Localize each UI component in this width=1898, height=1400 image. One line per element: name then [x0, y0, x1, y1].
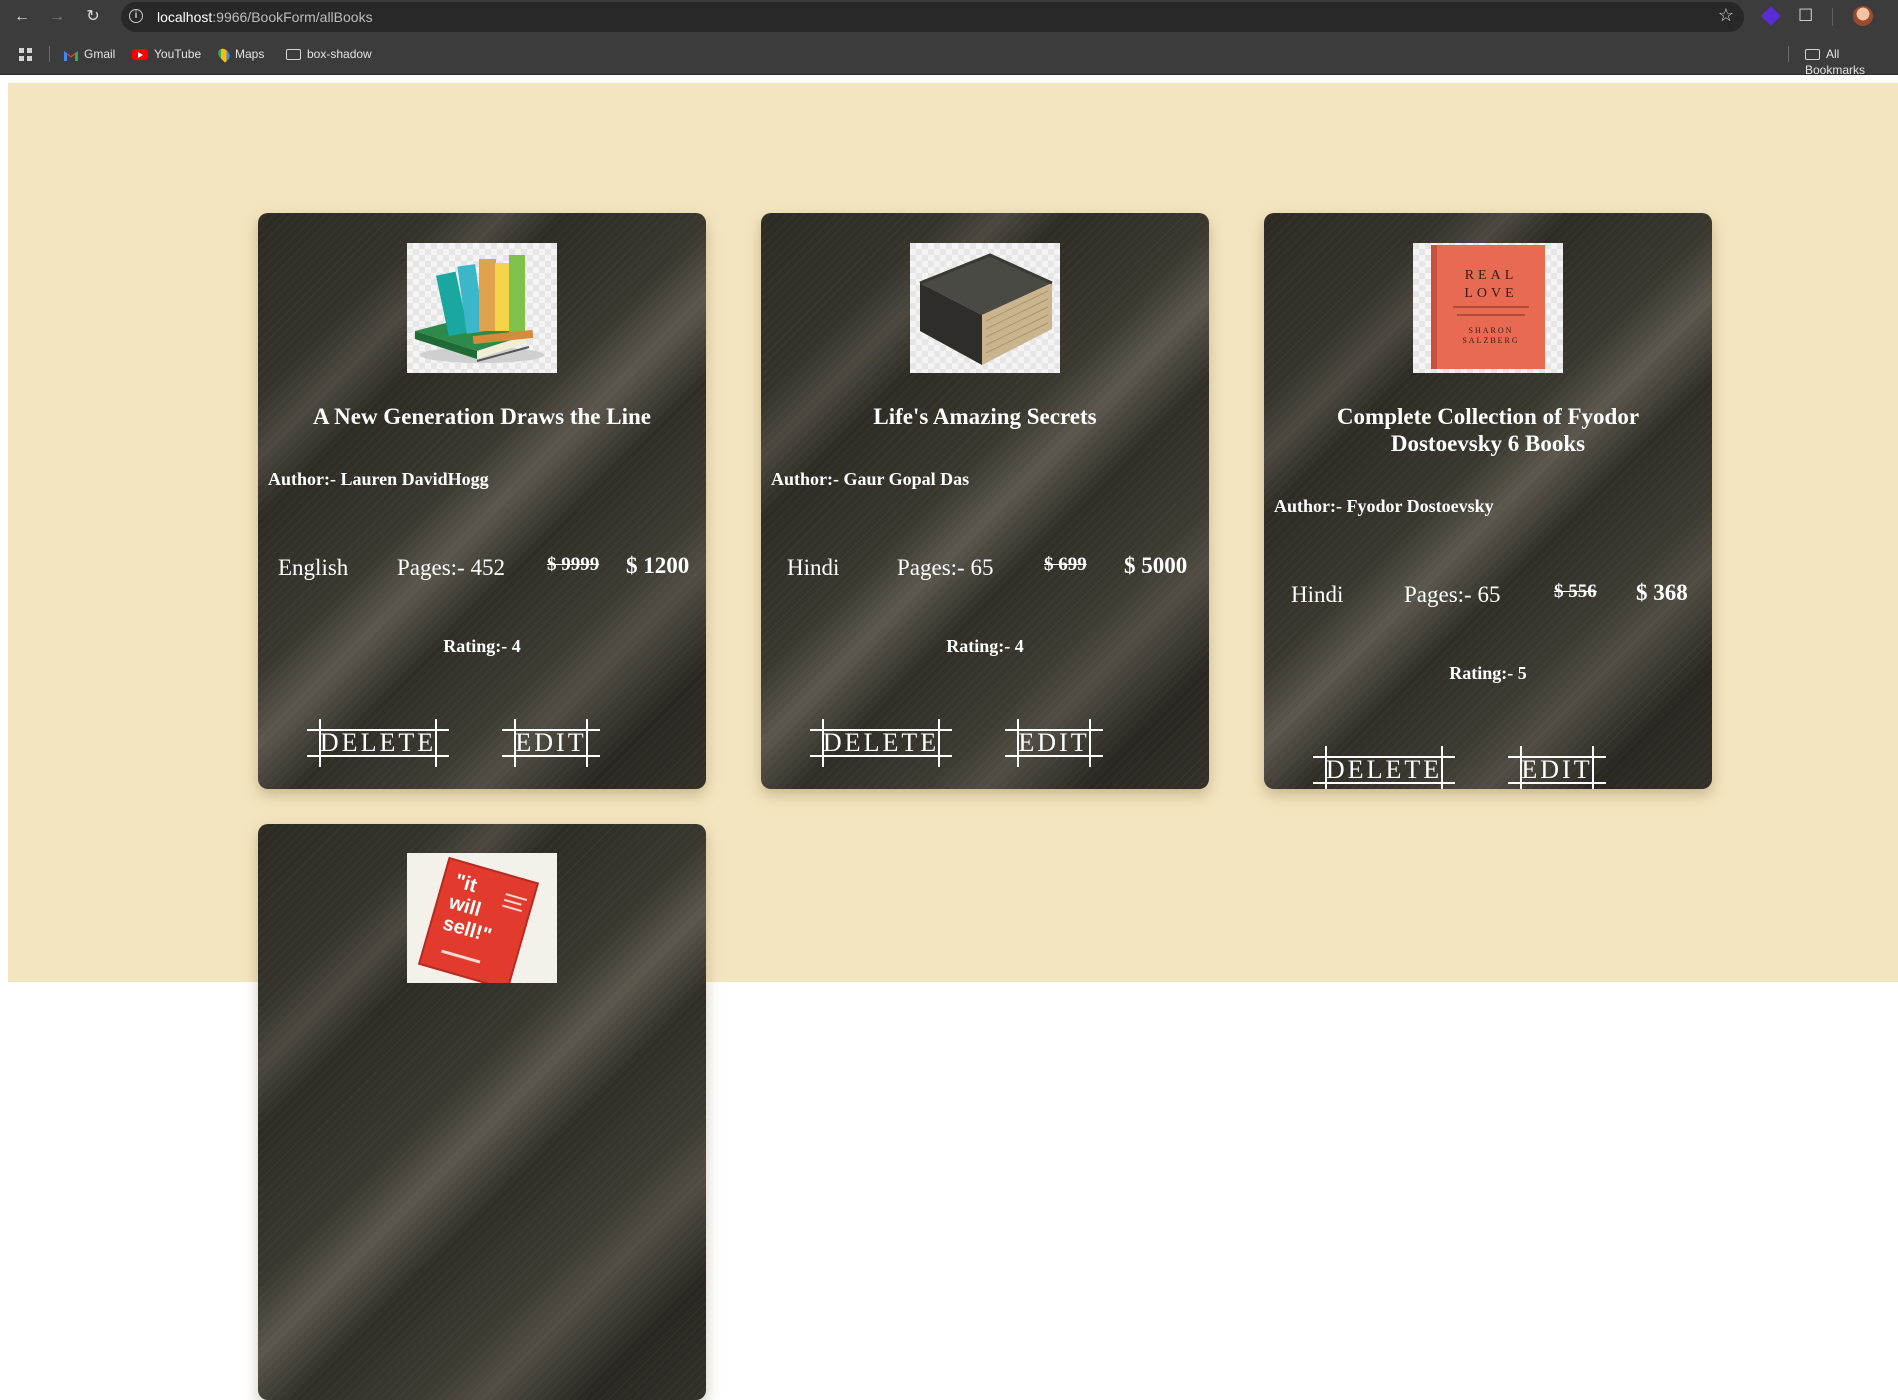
- edit-label: EDIT: [515, 728, 587, 757]
- book-card: Life's Amazing Secrets Author:- Gaur Gop…: [761, 213, 1209, 789]
- youtube-icon: [132, 49, 148, 61]
- cover-text: SALZBERG: [1462, 336, 1519, 345]
- gmail-icon: [64, 49, 78, 62]
- bookmark-label: YouTube: [154, 47, 202, 61]
- bookmark-label: Maps: [235, 47, 265, 61]
- forward-arrow-icon[interactable]: →: [45, 5, 69, 29]
- edit-label: EDIT: [1521, 755, 1593, 784]
- back-arrow-icon[interactable]: ←: [10, 5, 34, 29]
- book-original-price: $ 699: [1044, 554, 1087, 575]
- folder-icon: [286, 49, 301, 61]
- all-bookmarks-folder[interactable]: All Bookmarks: [1805, 46, 1898, 77]
- site-info-icon[interactable]: i: [129, 9, 143, 23]
- stacked-books-illustration: [415, 255, 544, 363]
- book-pages: Pages:- 65: [897, 555, 994, 580]
- bookmark-label: Gmail: [84, 47, 116, 61]
- book-title: A New Generation Draws the Line: [313, 404, 651, 429]
- url-host: localhost: [157, 9, 213, 25]
- real-love-cover: REAL LOVE SHARON SALZBERG: [1431, 245, 1545, 369]
- book-cover-image: [407, 243, 557, 373]
- book-pages: Pages:- 65: [1404, 582, 1501, 607]
- book-author: Author:- Lauren DavidHogg: [268, 469, 489, 489]
- book-title: Life's Amazing Secrets: [873, 404, 1097, 429]
- cover-text: LOVE: [1464, 286, 1517, 301]
- delete-label: DELETE: [822, 728, 940, 757]
- book-original-price: $ 556: [1554, 581, 1597, 602]
- book-author: Author:- Gaur Gopal Das: [771, 469, 970, 489]
- delete-button[interactable]: DELETE: [307, 719, 449, 767]
- cover-text: REAL: [1465, 268, 1518, 283]
- apps-grid-icon[interactable]: [19, 48, 32, 61]
- delete-label: DELETE: [319, 728, 437, 757]
- bookmark-gmail[interactable]: Gmail: [64, 46, 115, 62]
- url-text[interactable]: localhost:9966/BookForm/allBooks: [157, 9, 373, 25]
- book-cover-image: [910, 243, 1060, 373]
- bookmarks-divider: [49, 46, 50, 62]
- bookmark-youtube[interactable]: YouTube: [132, 46, 201, 62]
- cover-text: SHARON: [1469, 326, 1514, 335]
- profile-avatar[interactable]: [1853, 6, 1873, 26]
- bookmark-label: box-shadow: [307, 47, 372, 61]
- edit-button[interactable]: EDIT: [1005, 719, 1103, 767]
- bookmark-folder-box-shadow[interactable]: box-shadow: [286, 46, 372, 62]
- book-rating: Rating:- 4: [946, 636, 1024, 656]
- book-original-price: $ 9999: [547, 554, 600, 575]
- edit-label: EDIT: [1018, 728, 1090, 757]
- book-cover-image: "it will sell!": [407, 853, 557, 983]
- delete-label: DELETE: [1325, 755, 1443, 784]
- address-bar[interactable]: i localhost:9966/BookForm/allBooks ☆: [121, 2, 1744, 32]
- book-author: Author:- Fyodor Dostoevsky: [1274, 496, 1494, 516]
- reload-icon[interactable]: ↻: [81, 5, 105, 29]
- bookmarks-divider: [1788, 46, 1789, 62]
- toolbar-divider: [1832, 8, 1833, 26]
- book-language: Hindi: [787, 555, 840, 580]
- book-rating: Rating:- 4: [443, 636, 521, 656]
- book-language: Hindi: [1291, 582, 1344, 607]
- book-card: REAL LOVE SHARON SALZBERG Complete Colle…: [1264, 213, 1712, 789]
- delete-button[interactable]: DELETE: [1313, 746, 1455, 789]
- folder-icon: [1805, 49, 1820, 61]
- puzzle-extensions-icon[interactable]: ☐: [1798, 6, 1813, 26]
- bookmark-maps[interactable]: Maps: [215, 46, 265, 63]
- url-path: :9966/BookForm/allBooks: [212, 9, 373, 25]
- book-price: $ 1200: [626, 553, 690, 578]
- it-will-sell-cover: "it will sell!": [417, 856, 540, 983]
- bookmark-star-icon[interactable]: ☆: [1718, 5, 1734, 26]
- book-card: "it will sell!": [258, 824, 706, 1400]
- bookmarks-bar: Gmail YouTube Maps box-shadow All Bookma…: [0, 34, 1898, 77]
- book-card: A New Generation Draws the Line Author:-…: [258, 213, 706, 789]
- maps-icon: [215, 46, 233, 63]
- book-price: $ 368: [1636, 580, 1688, 605]
- book-pages: Pages:- 452: [397, 555, 505, 580]
- edit-button[interactable]: EDIT: [502, 719, 600, 767]
- browser-toolbar: ← → ↻ i localhost:9966/BookForm/allBooks…: [0, 0, 1898, 34]
- extension-icon[interactable]: [1761, 6, 1781, 26]
- book-language: English: [278, 555, 349, 580]
- book-title: Complete Collection of Fyodor Dostoevsky…: [1336, 404, 1640, 456]
- book-cover-image: REAL LOVE SHARON SALZBERG: [1413, 243, 1563, 373]
- book-price: $ 5000: [1124, 553, 1188, 578]
- book-rating: Rating:- 5: [1449, 663, 1527, 683]
- edit-button[interactable]: EDIT: [1508, 746, 1606, 789]
- delete-button[interactable]: DELETE: [810, 719, 952, 767]
- old-book-photo: [919, 253, 1053, 365]
